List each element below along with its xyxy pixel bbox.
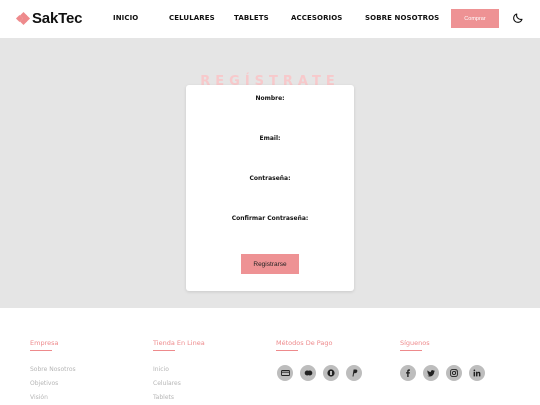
password-field[interactable] — [210, 184, 330, 196]
mastercard-icon — [300, 365, 316, 381]
brand-logo[interactable]: SakTec — [15, 10, 83, 27]
nav-accesorios[interactable]: ACCESORIOS — [291, 14, 342, 22]
logo-icon — [15, 11, 31, 25]
twitter-icon[interactable] — [423, 365, 439, 381]
footer-divider — [153, 350, 175, 351]
name-field[interactable] — [210, 104, 330, 116]
footer-store-column: Tienda En Linea Inicio Celulares Tablets — [153, 339, 205, 401]
footer: Empresa Sobre Nosotros Objetivos Visión … — [0, 308, 540, 405]
paypal-icon — [346, 365, 362, 381]
footer-divider — [276, 350, 298, 351]
footer-payment-title: Métodos De Pago — [276, 339, 333, 347]
nav-inicio[interactable]: INICIO — [113, 14, 138, 22]
footer-link-home[interactable]: Inicio — [153, 366, 169, 373]
dark-mode-moon-icon[interactable] — [512, 12, 524, 24]
confirm-password-label: Confirmar Contraseña: — [231, 215, 309, 222]
email-field[interactable] — [210, 144, 330, 156]
brand-name: SakTec — [32, 10, 83, 27]
footer-link-tablets[interactable]: Tablets — [153, 394, 174, 401]
confirm-password-field[interactable] — [210, 224, 330, 236]
footer-divider — [30, 350, 52, 351]
email-label: Email: — [259, 135, 281, 142]
nav-sobre-nosotros[interactable]: SOBRE NOSOTROS — [365, 14, 439, 22]
footer-link-objectives[interactable]: Objetivos — [30, 380, 58, 387]
footer-link-phones[interactable]: Celulares — [153, 380, 181, 387]
footer-link-vision[interactable]: Visión — [30, 394, 48, 401]
bitcoin-icon — [323, 365, 339, 381]
instagram-icon[interactable] — [446, 365, 462, 381]
nav-celulares[interactable]: CELULARES — [169, 14, 215, 22]
footer-store-title: Tienda En Linea — [153, 339, 205, 347]
footer-social-column: Síguenos — [400, 339, 430, 351]
footer-payment-column: Métodos De Pago — [276, 339, 332, 351]
password-label: Contraseña: — [249, 175, 291, 182]
register-form: Nombre: Email: Contraseña: Confirmar Con… — [186, 85, 354, 291]
nav-tablets[interactable]: TABLETS — [234, 14, 269, 22]
buy-button[interactable]: Comprar — [451, 9, 499, 28]
footer-company-title: Empresa — [30, 339, 59, 347]
name-label: Nombre: — [255, 95, 285, 102]
linkedin-icon[interactable] — [469, 365, 485, 381]
facebook-icon[interactable] — [400, 365, 416, 381]
register-button[interactable]: Registrarse — [241, 254, 299, 274]
footer-divider — [400, 350, 422, 351]
footer-link-about[interactable]: Sobre Nosotros — [30, 366, 76, 373]
top-navbar: SakTec INICIO CELULARES TABLETS ACCESORI… — [0, 0, 540, 38]
footer-social-title: Síguenos — [400, 339, 430, 347]
credit-card-icon — [277, 365, 293, 381]
footer-company-column: Empresa Sobre Nosotros Objetivos Visión — [30, 339, 76, 401]
